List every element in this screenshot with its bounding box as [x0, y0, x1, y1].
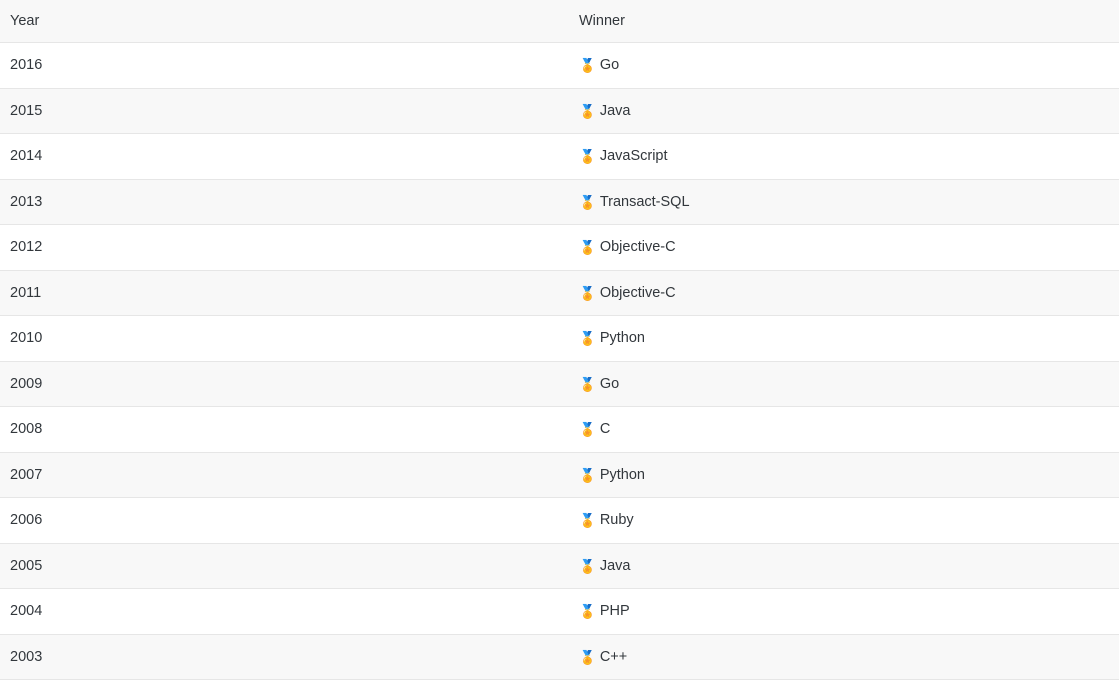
winner-value: Python [599, 330, 645, 346]
year-value: 2005 [10, 557, 43, 574]
cell-winner: 🏅 Go [569, 42, 1119, 89]
winner-value: Objective-C [599, 239, 676, 255]
cell-year: 2015 [0, 88, 569, 134]
table-row[interactable]: 2016 🏅 Go [0, 42, 1119, 89]
cell-winner: 🏅 C [569, 406, 1119, 453]
winner-value: C [599, 421, 611, 437]
cell-winner: 🏅 Ruby [569, 497, 1119, 544]
cell-winner: 🏅 C++ [569, 634, 1119, 680]
medal-icon: 🏅 [579, 422, 596, 438]
medal-icon: 🏅 [579, 649, 596, 666]
winner-value: Ruby [599, 512, 634, 528]
year-value: 2007 [10, 466, 43, 483]
winner-value: Go [599, 375, 620, 392]
medal-icon: 🏅 [579, 558, 596, 575]
cell-winner: 🏅 JavaScript [569, 133, 1119, 180]
winners-table-container: Year Winner 2016 🏅 Go 2015 🏅 Java 2014 🏅 JavaScr… [0, 0, 1119, 680]
year-value: 2011 [10, 284, 42, 301]
table-header-row: Year Winner [0, 0, 1119, 43]
cell-year: 2003 [0, 634, 569, 680]
year-value: 2013 [10, 193, 43, 210]
table-row[interactable]: 2008 🏅 C [0, 406, 1119, 453]
winner-value: Objective-C [599, 284, 676, 301]
year-value: 2009 [10, 375, 43, 392]
table-row[interactable]: 2007 🏅 Python [0, 452, 1119, 498]
table-row[interactable]: 2011 🏅 Objective-C [0, 270, 1119, 316]
column-header-winner[interactable]: Winner [569, 0, 1119, 43]
winner-value: C++ [599, 648, 628, 665]
winner-value: PHP [599, 603, 630, 619]
table-row[interactable]: 2006 🏅 Ruby [0, 497, 1119, 544]
cell-year: 2012 [0, 224, 569, 271]
year-value: 2006 [10, 512, 43, 528]
table-row[interactable]: 2014 🏅 JavaScript [0, 133, 1119, 180]
year-value: 2003 [10, 648, 43, 665]
table-row[interactable]: 2009 🏅 Go [0, 361, 1119, 407]
winner-value: Python [599, 466, 645, 483]
cell-year: 2011 [0, 270, 569, 316]
table-row[interactable]: 2013 🏅 Transact-SQL [0, 179, 1119, 225]
medal-icon: 🏅 [579, 240, 596, 256]
table-row[interactable]: 2005 🏅 Java [0, 543, 1119, 589]
year-value: 2014 [10, 148, 43, 164]
medal-icon: 🏅 [579, 58, 596, 74]
table-row[interactable]: 2003 🏅 C++ [0, 634, 1119, 680]
table-row[interactable]: 2010 🏅 Python [0, 315, 1119, 362]
medal-icon: 🏅 [579, 376, 596, 393]
cell-winner: 🏅 Python [569, 315, 1119, 362]
medal-icon: 🏅 [579, 513, 596, 529]
year-value: 2012 [10, 239, 43, 255]
table-body: 2016 🏅 Go 2015 🏅 Java 2014 🏅 JavaScript 2013 🏅 Tran… [0, 42, 1119, 680]
cell-year: 2016 [0, 42, 569, 89]
cell-winner: 🏅 Python [569, 452, 1119, 498]
cell-winner: 🏅 Objective-C [569, 224, 1119, 271]
year-value: 2010 [10, 330, 43, 346]
year-value: 2004 [10, 603, 43, 619]
winner-value: Java [599, 557, 631, 574]
winner-value: Transact-SQL [599, 193, 690, 210]
table-row[interactable]: 2015 🏅 Java [0, 88, 1119, 134]
medal-icon: 🏅 [579, 604, 596, 620]
medal-icon: 🏅 [579, 103, 596, 120]
cell-winner: 🏅 PHP [569, 588, 1119, 635]
table-row[interactable]: 2004 🏅 PHP [0, 588, 1119, 635]
medal-icon: 🏅 [579, 467, 596, 484]
cell-year: 2009 [0, 361, 569, 407]
winner-value: Java [599, 102, 631, 119]
medal-icon: 🏅 [579, 285, 596, 302]
winners-table: Year Winner 2016 🏅 Go 2015 🏅 Java 2014 🏅 JavaScr… [0, 0, 1119, 680]
cell-year: 2013 [0, 179, 569, 225]
year-value: 2016 [10, 57, 43, 73]
winner-value: Go [599, 57, 620, 73]
winner-value: JavaScript [599, 148, 668, 164]
cell-year: 2014 [0, 133, 569, 180]
year-value: 2008 [10, 421, 43, 437]
column-header-year[interactable]: Year [0, 0, 569, 43]
cell-year: 2004 [0, 588, 569, 635]
cell-year: 2007 [0, 452, 569, 498]
cell-winner: 🏅 Objective-C [569, 270, 1119, 316]
cell-winner: 🏅 Transact-SQL [569, 179, 1119, 225]
table-header: Year Winner [0, 0, 1119, 43]
cell-winner: 🏅 Go [569, 361, 1119, 407]
cell-winner: 🏅 Java [569, 543, 1119, 589]
cell-winner: 🏅 Java [569, 88, 1119, 134]
cell-year: 2010 [0, 315, 569, 362]
medal-icon: 🏅 [579, 331, 596, 347]
medal-icon: 🏅 [579, 149, 596, 165]
cell-year: 2008 [0, 406, 569, 453]
table-row[interactable]: 2012 🏅 Objective-C [0, 224, 1119, 271]
medal-icon: 🏅 [579, 194, 596, 211]
cell-year: 2006 [0, 497, 569, 544]
year-value: 2015 [10, 102, 43, 119]
cell-year: 2005 [0, 543, 569, 589]
